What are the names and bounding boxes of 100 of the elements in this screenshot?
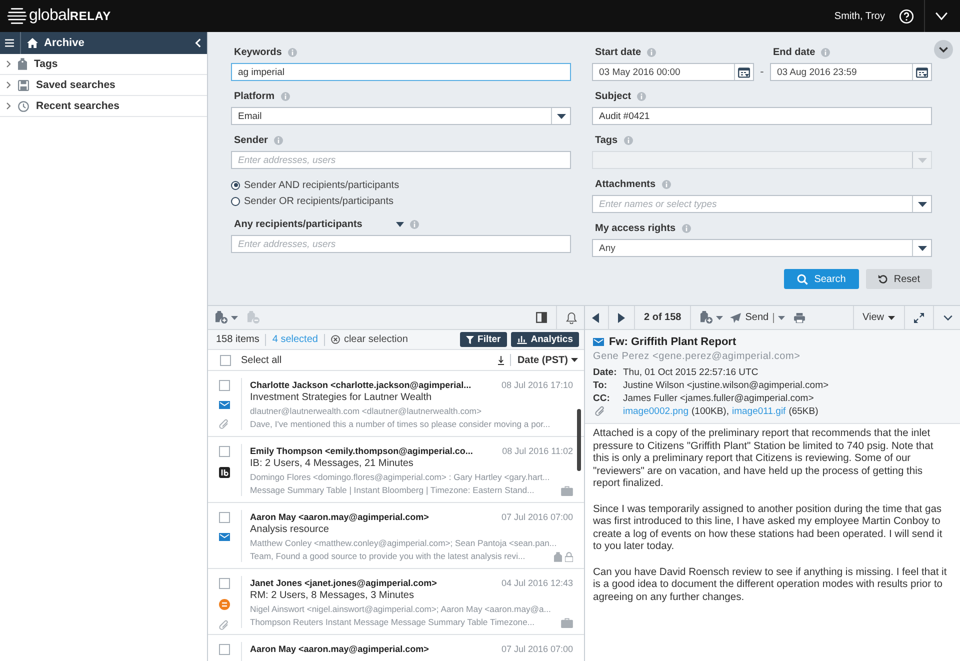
message-subject: Investment Strategies for Lautner Wealth (250, 391, 433, 405)
text-field[interactable]: Enter addresses, users (231, 235, 571, 253)
info-icon (288, 48, 297, 56)
caret-down-icon[interactable] (396, 222, 404, 226)
caret-down-icon[interactable] (935, 12, 948, 20)
clock-icon (18, 100, 29, 112)
checkbox[interactable] (219, 578, 230, 589)
view-menu-button[interactable]: View (862, 312, 895, 323)
collapse-icon[interactable] (195, 38, 201, 48)
field-label: My access rights (595, 222, 676, 234)
reset-button[interactable]: Reset (866, 269, 932, 289)
message-row[interactable]: Aaron May <aaron.may@agimperial.com> 07 Jul 2016 07:00 (208, 635, 584, 661)
checkbox[interactable] (219, 644, 230, 655)
dropdown-field[interactable]: Any (592, 239, 932, 257)
field-label: Tags (595, 134, 618, 146)
tag-icon (554, 552, 562, 562)
sender: Aaron May <aaron.may@agimperial.com> (250, 512, 429, 522)
field-label: Platform (234, 90, 275, 102)
date-field[interactable]: 03 Aug 2016 23:59 (770, 63, 932, 81)
sidebar-item[interactable]: Recent searches (0, 96, 207, 117)
text-field[interactable]: Enter addresses, users (231, 151, 571, 169)
attachment-size: (65KB) (788, 406, 818, 417)
item-count: 158 items (216, 334, 260, 345)
radio-label: Sender AND recipients/participants (244, 180, 400, 190)
info-icon (280, 92, 290, 100)
calendar-icon[interactable] (738, 66, 750, 78)
attachment-size: (100KB), (692, 406, 729, 417)
text-field[interactable]: Audit #0421 (592, 107, 932, 125)
radio-button[interactable] (231, 196, 240, 206)
field-label: Attachments (595, 178, 656, 190)
filter-button[interactable]: Filter (460, 332, 507, 347)
caret-down-icon (556, 114, 566, 118)
message-paragraph: Attached is a copy of the preliminary report that recommends that the inlet pressure to Citizens "Griffith Plant" Station be limited to 740 psig. Note that this is only a preliminary report that Citizens is reviewing. Some of our "reviewers" are on vacation, and have held up the process of getting this report finalized. (593, 428, 934, 491)
header-value: Justine Wilson <justine.wilson@agimperial.com> (623, 380, 830, 391)
sender: Charlotte Jackson <charlotte.jackson@agimperial... (250, 380, 472, 390)
sort-icon[interactable] (498, 356, 504, 364)
help-icon[interactable] (899, 8, 914, 24)
message-paragraph: Since I was temporarily assigned to another position during the time that gas was first introduced to this line, I have asked my employee Martin Conboy to create a log of events on how these stations had been operated. I will send it to you later today. (593, 504, 944, 554)
bell-icon[interactable] (566, 312, 577, 324)
clear-selection-button[interactable]: clear selection (330, 334, 408, 345)
message-position: 2 of 158 (644, 312, 682, 323)
analytics-button[interactable]: Analytics (510, 332, 579, 347)
field-label: End date (773, 46, 816, 58)
calendar-icon[interactable] (916, 66, 928, 78)
message-preview: Message Summary Table | Instant Bloomberg | Timezone: Eastern Stand... (250, 484, 534, 497)
info-icon (624, 136, 633, 144)
lock-icon (565, 552, 573, 562)
checkbox[interactable] (219, 446, 230, 457)
sidebar-item[interactable]: Tags (0, 54, 207, 75)
date-field[interactable]: 03 May 2016 00:00 (592, 63, 754, 81)
filter-icon (466, 336, 474, 344)
header-label: Date: (593, 367, 618, 378)
scrollbar[interactable] (577, 409, 581, 471)
message-date: 08 Jul 2016 17:10 (501, 380, 573, 390)
next-icon[interactable] (618, 312, 625, 322)
info-icon (274, 136, 283, 144)
sender: Janet Jones <janet.jones@agimperial.com> (250, 578, 437, 588)
message-subject: RM: 2 Users, 8 Messages, 3 Minutes (250, 589, 415, 603)
caret-down-icon (918, 158, 926, 162)
print-icon[interactable] (794, 312, 805, 322)
chat-badge-icon (219, 467, 230, 478)
menu-icon[interactable] (5, 39, 14, 47)
header-label: CC: (593, 393, 611, 404)
briefcase-icon (561, 618, 573, 628)
header-label: To: (593, 380, 608, 391)
message-preview: Team, Found a good source to provide you with the latest analysis revi... (250, 550, 526, 563)
sidebar-item[interactable]: Saved searches (0, 75, 207, 96)
text-field[interactable]: ag imperial (231, 63, 571, 81)
sidebar-title: Archive (44, 37, 84, 49)
chevron-down-icon[interactable] (943, 314, 953, 320)
recipients: Domingo Flores <domingo.flores@agimperial.com> : Gary Hartley <gary.hart... (250, 471, 551, 484)
send-button[interactable]: Send (730, 312, 769, 323)
tag-add-icon[interactable] (700, 311, 714, 324)
split-panel-icon[interactable] (536, 312, 547, 323)
user-name[interactable]: Smith, Troy (834, 10, 885, 22)
checkbox[interactable] (219, 380, 230, 391)
message-date: 07 Jul 2016 07:00 (501, 512, 573, 522)
dropdown-field[interactable]: Email (231, 107, 571, 125)
checkbox[interactable] (219, 512, 230, 523)
caret-down-icon (918, 246, 926, 250)
recipients: dlautner@lautnerwealth.com <dlautner@lautnerwealth.com> (250, 405, 482, 418)
expand-icon[interactable] (914, 312, 924, 322)
envelope-icon (219, 401, 230, 409)
logo-icon (7, 7, 27, 25)
field-label: Keywords (234, 46, 282, 58)
briefcase-icon (561, 486, 573, 496)
field-label: Subject (595, 90, 632, 102)
bar-chart-icon (516, 336, 527, 344)
envelope-icon (593, 338, 604, 346)
paperclip-icon (595, 406, 605, 417)
info-icon (647, 48, 656, 56)
tag-add-icon[interactable] (215, 311, 228, 324)
radio-button[interactable] (231, 180, 240, 190)
message-subject: Analysis resource (250, 523, 330, 537)
checkbox[interactable] (220, 354, 231, 366)
collapse-button[interactable] (934, 40, 953, 59)
previous-icon[interactable] (592, 312, 599, 322)
recipients: Nigel Ainswort <nigel.ainswort@agimperial.com>; Aaron May <aaron.may@a... (250, 603, 552, 616)
info-icon (662, 180, 671, 188)
sort-column-button[interactable]: Date (PST) (517, 354, 578, 366)
